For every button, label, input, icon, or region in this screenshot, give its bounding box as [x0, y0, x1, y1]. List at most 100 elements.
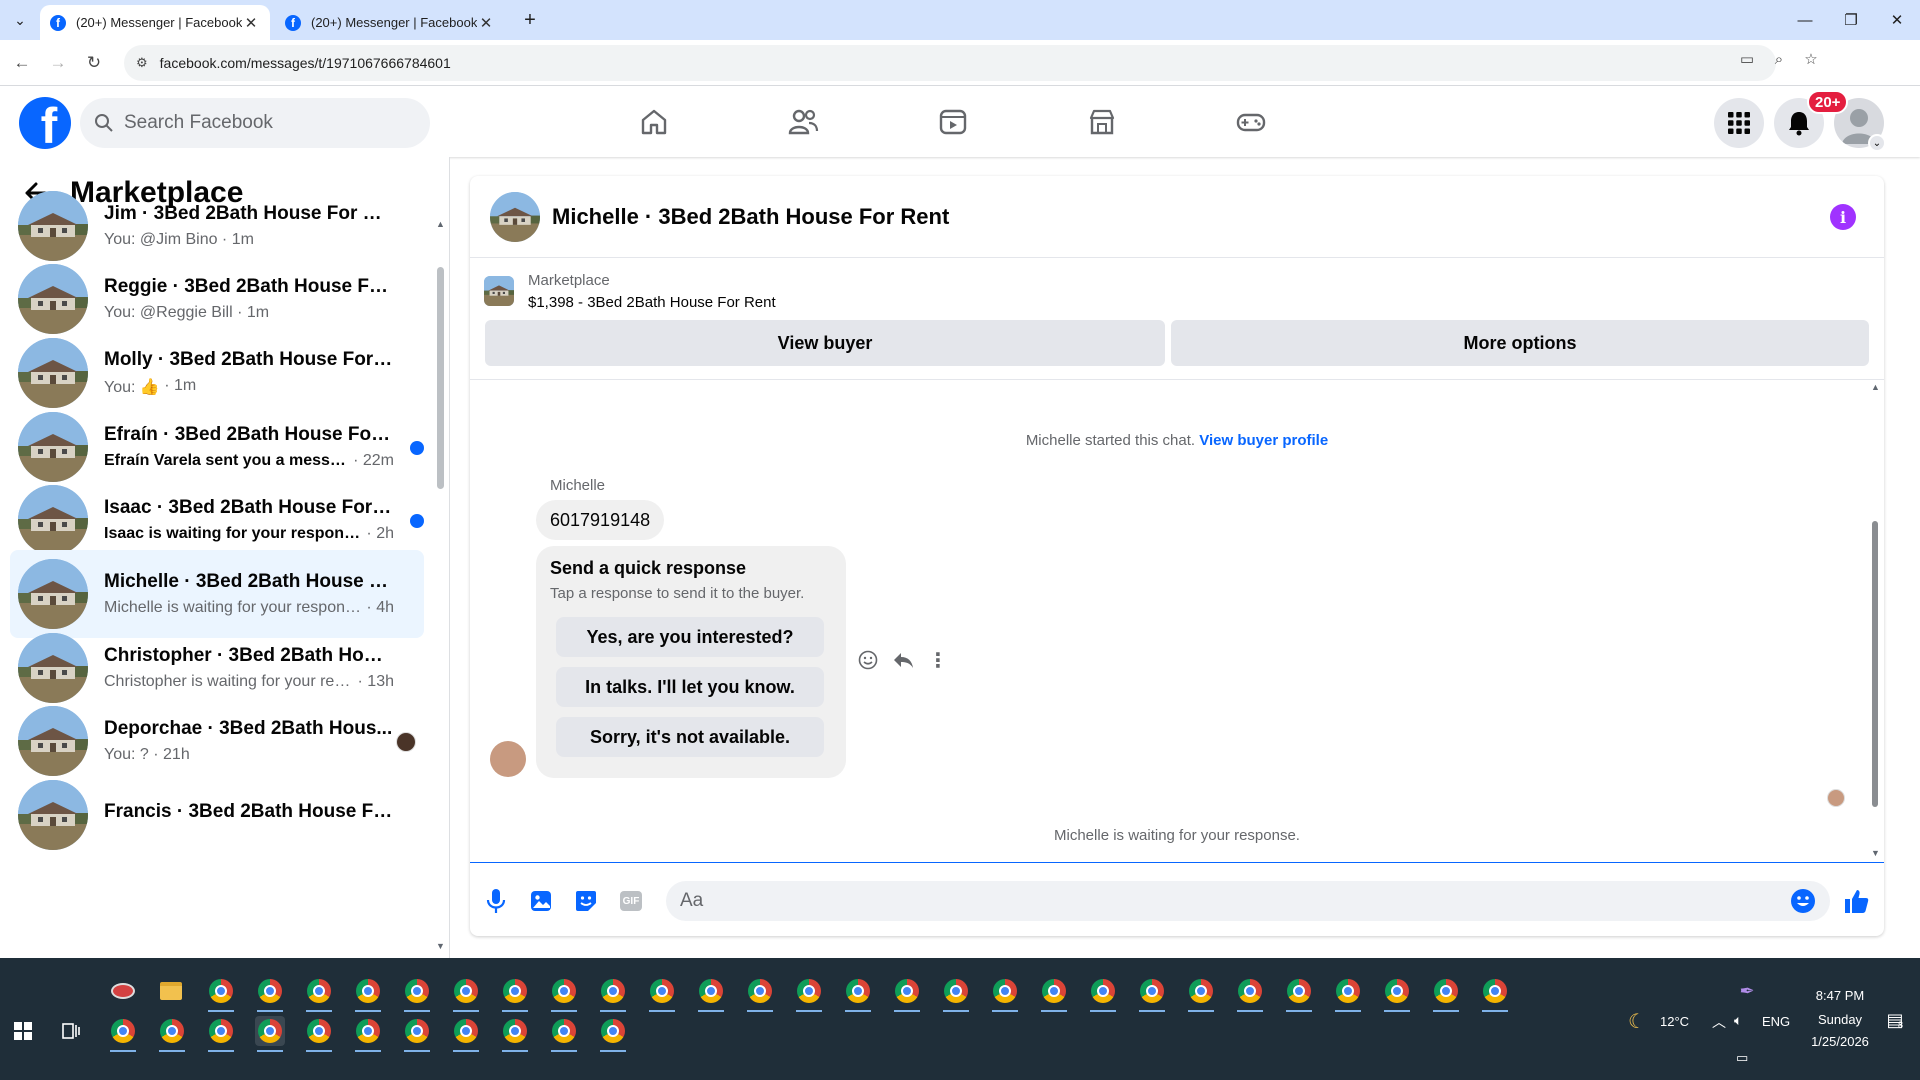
nav-gaming-button[interactable] — [1195, 94, 1307, 150]
chat-title[interactable]: Michelle · 3Bed 2Bath House For Rent — [552, 204, 949, 230]
chrome-app-icon[interactable] — [206, 976, 236, 1012]
chat-scrollbar[interactable] — [1872, 521, 1878, 807]
reply-icon[interactable] — [891, 648, 915, 672]
cleaner-app-icon[interactable] — [108, 976, 138, 1006]
voice-clip-icon[interactable] — [482, 887, 510, 915]
notification-center-icon[interactable]: ▤ — [1880, 1010, 1910, 1031]
info-icon[interactable]: i — [1830, 204, 1856, 230]
install-app-icon[interactable]: ▭ — [1737, 49, 1757, 69]
scroll-down-arrow-icon[interactable]: ▼ — [1871, 848, 1880, 858]
message-composer[interactable] — [666, 881, 1830, 921]
address-bar[interactable]: ⚙ facebook.com/messages/t/19710676667846… — [124, 45, 1776, 81]
chrome-app-icon[interactable] — [1235, 976, 1265, 1012]
moon-weather-icon[interactable]: ☾ — [1628, 1009, 1646, 1034]
chrome-app-icon[interactable] — [1137, 976, 1167, 1012]
chrome-app-icon[interactable] — [1186, 976, 1216, 1012]
site-info-icon[interactable]: ⚙ — [136, 55, 148, 71]
facebook-logo-icon[interactable]: f — [19, 97, 71, 149]
forward-arrow-icon[interactable]: → — [46, 51, 70, 75]
clock-day[interactable]: Sunday — [1800, 1012, 1880, 1027]
chrome-app-icon[interactable] — [353, 1016, 383, 1052]
thumbs-up-send-icon[interactable] — [1842, 887, 1870, 915]
reload-icon[interactable]: ↻ — [82, 51, 106, 75]
chrome-app-icon[interactable] — [843, 976, 873, 1012]
pen-tray-icon[interactable]: ✒ — [1732, 976, 1762, 1006]
emoji-picker-icon[interactable] — [1790, 888, 1816, 914]
gif-icon[interactable]: GIF — [617, 887, 645, 915]
chrome-app-icon[interactable] — [255, 1016, 285, 1052]
message-input[interactable] — [680, 890, 1780, 912]
chrome-app-icon[interactable] — [1284, 976, 1314, 1012]
nav-friends-button[interactable] — [747, 94, 859, 150]
close-tab-icon[interactable]: ✕ — [477, 14, 495, 32]
chrome-app-icon[interactable] — [1480, 976, 1510, 1012]
chrome-app-icon[interactable] — [990, 976, 1020, 1012]
chrome-app-icon[interactable] — [549, 976, 579, 1012]
weather-temp[interactable]: 12°C — [1660, 1014, 1689, 1029]
chrome-app-icon[interactable] — [304, 976, 334, 1012]
zoom-icon[interactable]: ⌕ — [1769, 49, 1789, 69]
chrome-app-icon[interactable] — [696, 976, 726, 1012]
listing-summary[interactable]: Marketplace $1,398 - 3Bed 2Bath House Fo… — [484, 266, 776, 316]
chrome-app-icon[interactable] — [794, 976, 824, 1012]
chrome-app-icon[interactable] — [1382, 976, 1412, 1012]
chrome-app-icon[interactable] — [353, 976, 383, 1012]
more-actions-icon[interactable]: ⋮ — [926, 648, 950, 672]
nav-marketplace-button[interactable] — [1046, 94, 1158, 150]
message-bubble[interactable]: 6017919148 — [536, 500, 665, 540]
chrome-app-icon[interactable] — [892, 976, 922, 1012]
chrome-app-icon[interactable] — [745, 976, 775, 1012]
scroll-down-arrow-icon[interactable]: ▼ — [436, 941, 445, 951]
speaker-icon[interactable]: 🔈︎ — [1734, 1012, 1742, 1029]
clock-time[interactable]: 8:47 PM — [1800, 988, 1880, 1003]
chrome-app-icon[interactable] — [941, 976, 971, 1012]
more-options-button[interactable]: More options — [1171, 320, 1869, 366]
nav-video-button[interactable] — [897, 94, 1009, 150]
chrome-app-icon[interactable] — [206, 1016, 236, 1052]
react-emoji-icon[interactable] — [856, 648, 880, 672]
bookmark-star-icon[interactable]: ☆ — [1801, 49, 1821, 69]
close-window-icon[interactable]: ✕ — [1874, 0, 1920, 40]
chrome-app-icon[interactable] — [402, 976, 432, 1012]
quick-response-not-available-button[interactable]: Sorry, it's not available. — [556, 717, 824, 757]
scroll-up-arrow-icon[interactable]: ▲ — [436, 219, 445, 229]
sticker-icon[interactable] — [572, 887, 600, 915]
scroll-up-arrow-icon[interactable]: ▲ — [1871, 382, 1880, 392]
file-explorer-icon[interactable] — [156, 976, 186, 1006]
chrome-app-icon[interactable] — [451, 1016, 481, 1052]
attach-photo-icon[interactable] — [527, 887, 555, 915]
chrome-app-icon[interactable] — [304, 1016, 334, 1052]
restore-window-icon[interactable]: ❐ — [1828, 0, 1874, 40]
listing-avatar[interactable] — [490, 191, 540, 242]
quick-response-in-talks-button[interactable]: In talks. I'll let you know. — [556, 667, 824, 707]
chrome-app-icon[interactable] — [157, 1016, 187, 1052]
chrome-app-icon[interactable] — [451, 976, 481, 1012]
close-tab-icon[interactable]: ✕ — [242, 14, 260, 32]
view-buyer-button[interactable]: View buyer — [485, 320, 1165, 366]
chrome-app-icon[interactable] — [500, 1016, 530, 1052]
chrome-app-icon[interactable] — [255, 976, 285, 1012]
new-tab-plus-icon[interactable]: + — [518, 8, 542, 32]
task-view-icon[interactable] — [56, 1016, 86, 1046]
chrome-app-icon[interactable] — [598, 1016, 628, 1052]
chrome-app-icon[interactable] — [1431, 976, 1461, 1012]
search-input[interactable] — [124, 112, 404, 134]
chrome-app-icon[interactable] — [500, 976, 530, 1012]
browser-tab-2[interactable]: f (20+) Messenger | Facebook ✕ — [275, 5, 505, 40]
windows-start-icon[interactable] — [8, 1016, 38, 1046]
tab-search-chevron-icon[interactable]: ⌄ — [8, 8, 32, 32]
account-chevron-icon[interactable]: ⌄ — [1868, 134, 1886, 152]
menu-button[interactable] — [1714, 98, 1764, 148]
clock-date[interactable]: 1/25/2026 — [1800, 1034, 1880, 1049]
sender-avatar[interactable] — [490, 741, 526, 777]
display-icon[interactable]: ▭ — [1736, 1050, 1748, 1066]
chrome-app-icon[interactable] — [1039, 976, 1069, 1012]
chrome-app-icon[interactable] — [549, 1016, 579, 1052]
language-indicator[interactable]: ENG — [1762, 1014, 1790, 1029]
back-arrow-icon[interactable]: ← — [10, 51, 34, 75]
chrome-app-icon[interactable] — [108, 1016, 138, 1052]
search-box[interactable] — [80, 98, 430, 148]
chrome-app-icon[interactable] — [1088, 976, 1118, 1012]
chrome-app-icon[interactable] — [647, 976, 677, 1012]
chrome-app-icon[interactable] — [1333, 976, 1363, 1012]
